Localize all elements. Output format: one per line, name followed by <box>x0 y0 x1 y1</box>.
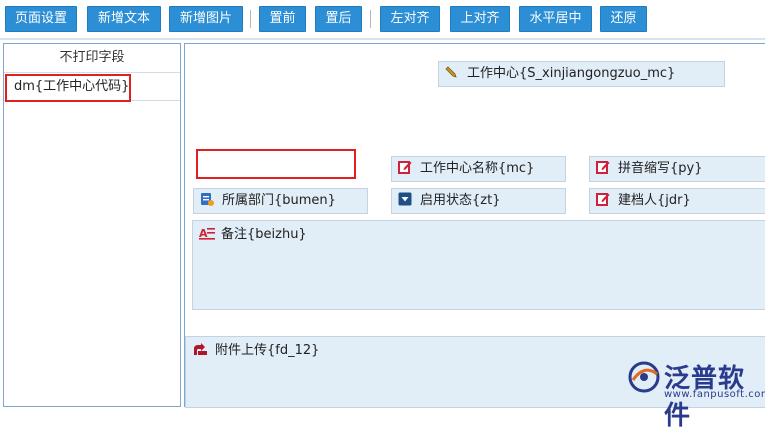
center-horizontal-button[interactable]: 水平居中 <box>519 6 592 32</box>
remark-label-wrap: A 备注{beizhu} <box>199 226 307 244</box>
toolbar-separator <box>250 10 251 28</box>
field-label: 附件上传{fd_12} <box>215 343 320 358</box>
field-label: 备注{beizhu} <box>221 227 307 242</box>
text-area-icon: A <box>199 226 215 240</box>
toolbar: 页面设置 新增文本 新增图片 置前 置后 左对齐 上对齐 水平居中 还原 <box>0 0 765 38</box>
design-canvas: 工作中心{S_xinjiangongzuo_mc} 工作中心名称{mc} 拼音缩… <box>184 43 765 408</box>
dept-field[interactable]: 所属部门{bumen} <box>193 188 368 214</box>
title-field[interactable]: 工作中心{S_xinjiangongzuo_mc} <box>438 61 725 87</box>
field-label: 启用状态{zt} <box>420 193 501 208</box>
remark-field[interactable]: A 备注{beizhu} <box>192 220 765 310</box>
edit-icon <box>596 191 610 206</box>
send-back-button[interactable]: 置后 <box>315 6 362 32</box>
restore-button[interactable]: 还原 <box>600 6 647 32</box>
brand-url: www.fanpusoft.com <box>664 389 765 400</box>
add-text-button[interactable]: 新增文本 <box>87 6 161 32</box>
non-print-fields-panel: 不打印字段 dm{工作中心代码} <box>3 43 181 407</box>
align-left-button[interactable]: 左对齐 <box>380 6 440 32</box>
page-settings-button[interactable]: 页面设置 <box>5 6 77 32</box>
field-label: 拼音缩写{py} <box>618 161 703 176</box>
form-icon <box>200 191 214 206</box>
dropdown-icon <box>398 191 412 206</box>
field-label: 所属部门{bumen} <box>222 193 336 208</box>
align-top-button[interactable]: 上对齐 <box>450 6 510 32</box>
pinyin-field[interactable]: 拼音缩写{py} <box>589 156 765 182</box>
attachment-label-wrap: 附件上传{fd_12} <box>193 342 319 360</box>
status-field[interactable]: 启用状态{zt} <box>391 188 566 214</box>
highlight-box <box>196 149 356 179</box>
field-label: 工作中心名称{mc} <box>420 161 535 176</box>
edit-icon <box>596 159 610 174</box>
creator-field[interactable]: 建档人{jdr} <box>589 188 765 214</box>
add-image-button[interactable]: 新增图片 <box>169 6 243 32</box>
pen-icon <box>445 64 459 78</box>
name-field[interactable]: 工作中心名称{mc} <box>391 156 566 182</box>
edit-icon <box>398 159 412 174</box>
toolbar-separator <box>370 10 371 28</box>
panel-header: 不打印字段 <box>4 44 180 73</box>
toolbar-divider <box>0 38 765 40</box>
field-label: 工作中心{S_xinjiangongzuo_mc} <box>467 66 676 81</box>
field-label: 建档人{jdr} <box>618 193 691 208</box>
highlight-box <box>5 74 131 102</box>
attachment-icon <box>193 342 207 356</box>
fanpu-logo-icon <box>627 360 661 394</box>
bring-front-button[interactable]: 置前 <box>259 6 306 32</box>
